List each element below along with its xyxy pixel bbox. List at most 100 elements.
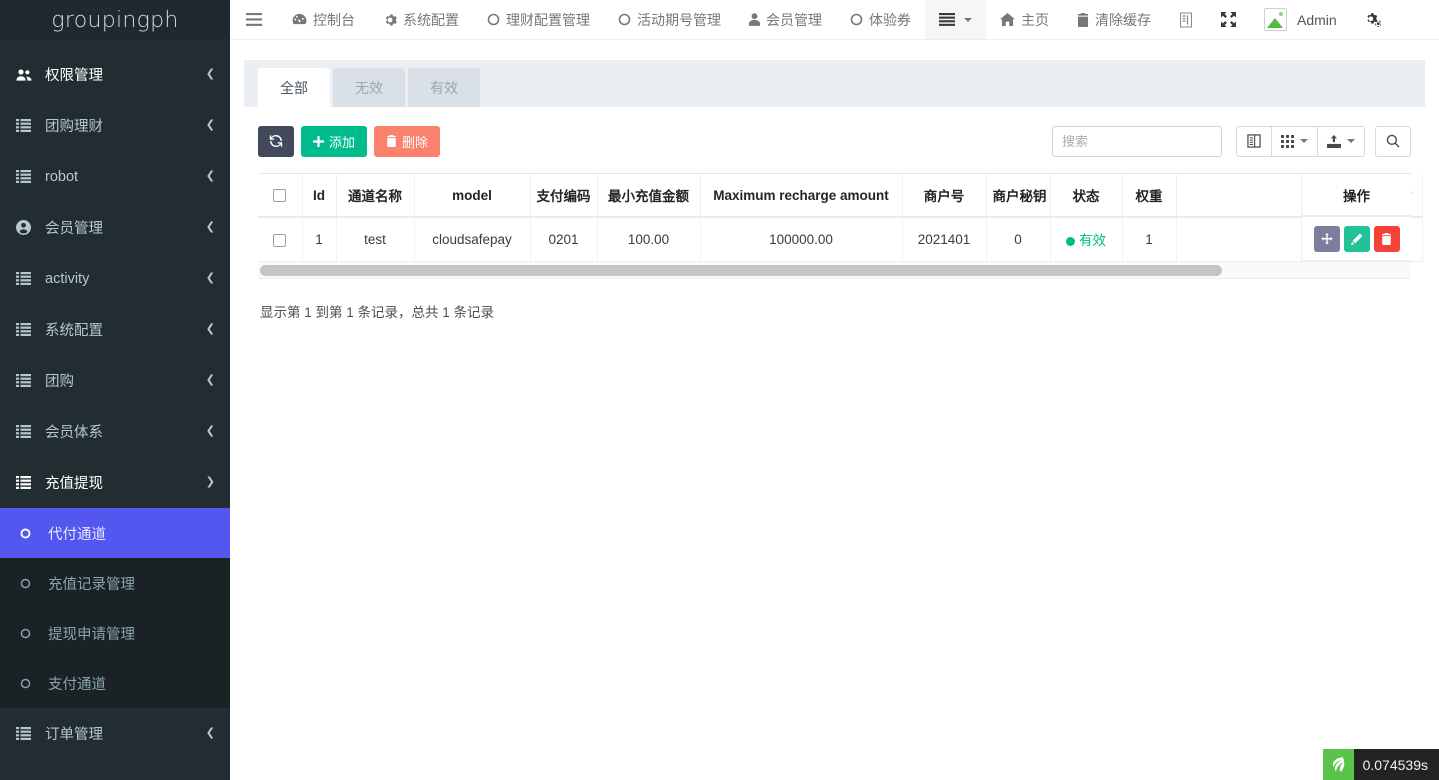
- chevron-left-icon: ❮: [206, 171, 215, 182]
- column-header-merchant-no[interactable]: 商户号: [902, 174, 986, 217]
- tab-invalid[interactable]: 无效: [333, 68, 405, 107]
- tab-all[interactable]: 全部: [258, 68, 330, 107]
- search-input[interactable]: [1052, 126, 1222, 157]
- export-button[interactable]: [1317, 126, 1365, 157]
- column-header-actions: 操作: [1302, 174, 1411, 217]
- column-header-model[interactable]: model: [414, 174, 530, 217]
- row-checkbox[interactable]: [273, 234, 286, 247]
- settings-button[interactable]: [1351, 0, 1395, 39]
- list-icon: [16, 476, 38, 489]
- sidebar-item-label: 会员管理: [38, 217, 206, 238]
- sidebar-item-label: 团购: [38, 370, 206, 391]
- nav-item-member-management[interactable]: 会员管理: [735, 0, 836, 39]
- cell-model: cloudsafepay: [414, 217, 530, 261]
- plus-icon: [313, 136, 324, 147]
- table-info: 显示第 1 到第 1 条记录，总共 1 条记录: [258, 279, 1411, 321]
- circle-o-icon: [487, 13, 500, 26]
- tab-label: 全部: [280, 78, 308, 98]
- column-header-min-recharge[interactable]: 最小充值金额: [597, 174, 700, 217]
- sidebar-item-order-management[interactable]: 订单管理 ❮: [0, 708, 230, 759]
- nav-item-system-config[interactable]: 系统配置: [369, 0, 473, 39]
- toolbar-right: [1052, 126, 1411, 157]
- sidebar-item-system-config[interactable]: 系统配置 ❮: [0, 304, 230, 355]
- fullscreen-button[interactable]: [1207, 0, 1250, 39]
- chevron-down-icon: ❯: [206, 477, 215, 488]
- sidebar-item-label: 系统配置: [38, 319, 206, 340]
- select-all-checkbox[interactable]: [273, 189, 286, 202]
- sidebar-item-activity[interactable]: activity ❮: [0, 253, 230, 304]
- circle-o-icon: [20, 628, 40, 639]
- avatar: [1264, 8, 1287, 31]
- tab-valid[interactable]: 有效: [408, 68, 480, 107]
- column-header-status[interactable]: 状态: [1050, 174, 1122, 217]
- nav-item-clear-cache[interactable]: 清除缓存: [1063, 0, 1165, 39]
- refresh-button[interactable]: [258, 126, 294, 157]
- nav-item-console[interactable]: 控制台: [278, 0, 369, 39]
- column-header-max-recharge[interactable]: Maximum recharge amount: [700, 174, 902, 217]
- tab-bar: 全部 无效 有效: [244, 60, 1425, 107]
- sidebar-toggle-button[interactable]: [230, 0, 278, 39]
- scrollbar-thumb[interactable]: [260, 265, 1222, 276]
- sidebar-subitem-label: 支付通道: [40, 673, 106, 694]
- sidebar-subitem-withdraw-requests[interactable]: 提现申请管理: [0, 608, 230, 658]
- status-badge: 有效: [1079, 233, 1106, 248]
- nav-more-dropdown[interactable]: [925, 0, 986, 39]
- chevron-left-icon: ❮: [206, 426, 215, 437]
- list-icon: [16, 272, 38, 285]
- user-menu[interactable]: Admin: [1250, 0, 1351, 39]
- sidebar-item-label: robot: [38, 169, 206, 185]
- chevron-left-icon: ❮: [206, 222, 215, 233]
- select-all-header: [258, 174, 302, 217]
- sidebar-item-member-system[interactable]: 会员体系 ❮: [0, 406, 230, 457]
- table-row[interactable]: 1 test cloudsafepay 0201 100.00 100000.0…: [258, 217, 1422, 261]
- nav-broken-image-icon-button[interactable]: [1165, 0, 1207, 39]
- horizontal-scrollbar[interactable]: [258, 262, 1411, 279]
- chevron-left-icon: ❮: [206, 324, 215, 335]
- status-dot-icon: [1066, 237, 1075, 246]
- column-header-pay-code[interactable]: 支付编码: [530, 174, 597, 217]
- sidebar-subitem-payout-channel[interactable]: 代付通道: [0, 508, 230, 558]
- cell-min-recharge: 100.00: [597, 217, 700, 261]
- nav-item-home[interactable]: 主页: [986, 0, 1063, 39]
- column-header-channel-name[interactable]: 通道名称: [336, 174, 414, 217]
- move-button[interactable]: [1314, 226, 1340, 252]
- content-panel: 全部 无效 有效 添加: [244, 60, 1425, 390]
- delete-button[interactable]: 删除: [374, 126, 440, 157]
- sidebar-item-groupbuy[interactable]: 团购 ❮: [0, 355, 230, 406]
- user-name: Admin: [1293, 12, 1337, 28]
- column-header-merchant-key[interactable]: 商户秘钥: [986, 174, 1050, 217]
- grid-view-button[interactable]: [1271, 126, 1318, 157]
- list-icon: [16, 425, 38, 438]
- export-icon: [1327, 135, 1341, 148]
- delete-button[interactable]: [1374, 226, 1400, 252]
- sidebar-item-robot[interactable]: robot ❮: [0, 151, 230, 202]
- list-icon: [16, 119, 38, 132]
- search-button[interactable]: [1375, 126, 1411, 157]
- sidebar-subitem-recharge-records[interactable]: 充值记录管理: [0, 558, 230, 608]
- row-actions: [1302, 217, 1411, 261]
- add-button[interactable]: 添加: [301, 126, 367, 157]
- cell-pay-code: 0201: [530, 217, 597, 261]
- columns-icon: [1247, 134, 1261, 148]
- column-header-id[interactable]: Id: [302, 174, 336, 217]
- dashboard-icon: [292, 13, 307, 26]
- nav-item-activity-period[interactable]: 活动期号管理: [604, 0, 735, 39]
- sidebar-item-recharge-withdraw[interactable]: 充值提现 ❯: [0, 457, 230, 508]
- column-toggle-button[interactable]: [1236, 126, 1272, 157]
- users-icon: [16, 68, 38, 82]
- sidebar-item-groupbuy-finance[interactable]: 团购理财 ❮: [0, 100, 230, 151]
- cell-status: 有效: [1050, 217, 1122, 261]
- chevron-down-icon: [964, 18, 972, 22]
- sidebar-item-member-management[interactable]: 会员管理 ❮: [0, 202, 230, 253]
- brand-logo[interactable]: groupingph: [0, 0, 230, 40]
- nav-item-trial-coupon[interactable]: 体验券: [836, 0, 925, 39]
- debug-trace-badge[interactable]: 0.074539s: [1323, 749, 1439, 780]
- circle-o-icon: [20, 678, 40, 689]
- chevron-left-icon: ❮: [206, 120, 215, 131]
- data-table: Id 通道名称 model 支付编码 最小充值金额 Maximum rechar…: [258, 174, 1423, 262]
- column-header-weight[interactable]: 权重: [1122, 174, 1176, 217]
- sidebar-item-permissions[interactable]: 权限管理 ❮: [0, 49, 230, 100]
- sidebar-subitem-payment-channel[interactable]: 支付通道: [0, 658, 230, 708]
- edit-button[interactable]: [1344, 226, 1370, 252]
- nav-item-finance-config[interactable]: 理财配置管理: [473, 0, 604, 39]
